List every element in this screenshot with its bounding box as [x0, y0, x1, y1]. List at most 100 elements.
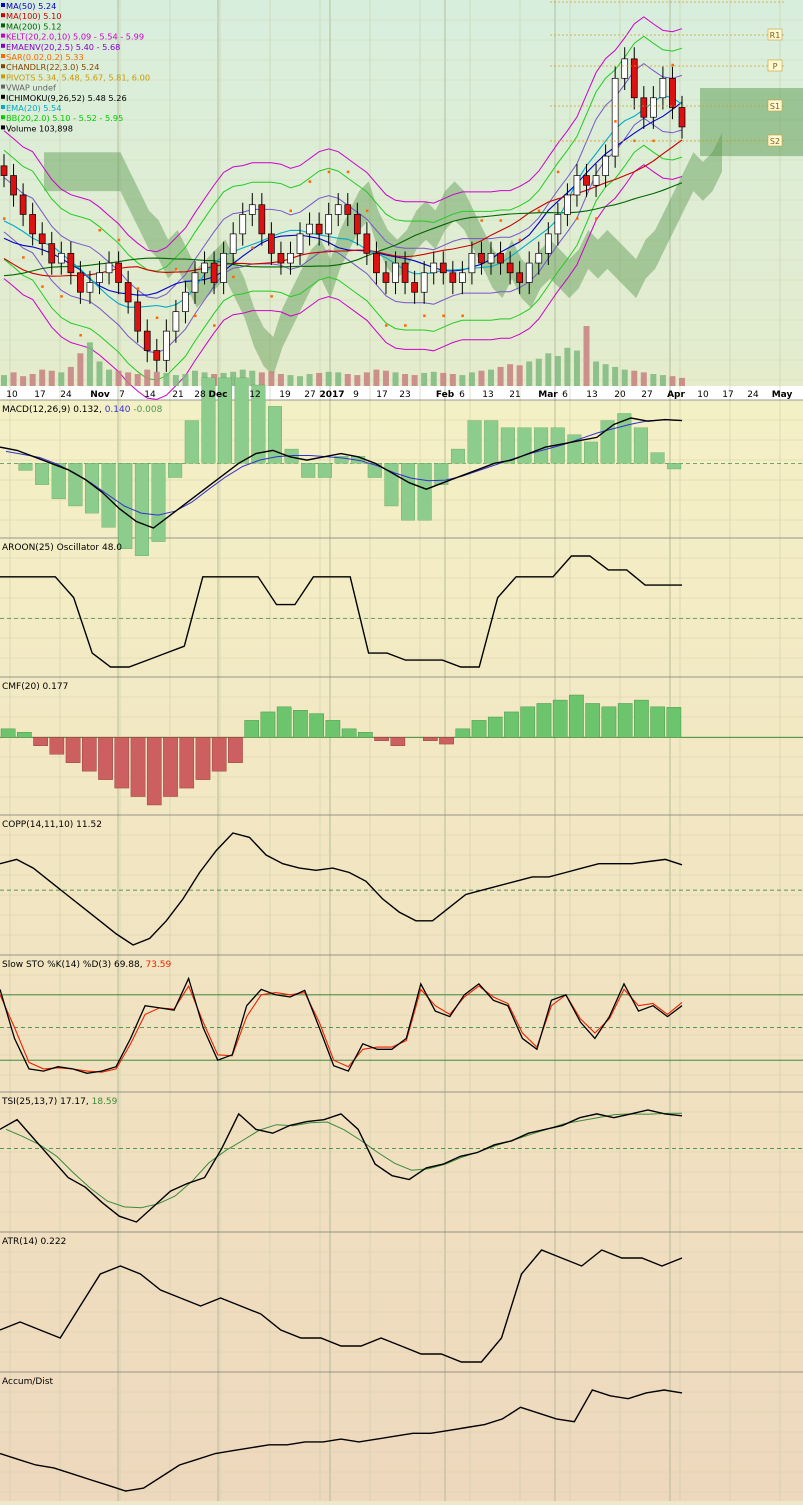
volume-bar — [449, 374, 456, 386]
volume-bar — [535, 358, 542, 386]
candle-body — [506, 262, 514, 274]
cmf-bar — [33, 737, 48, 746]
sar-dot — [365, 209, 369, 213]
x-axis-label: 24 — [747, 390, 759, 400]
volume-bar — [593, 361, 600, 386]
candle-body — [592, 175, 600, 186]
volume-bar — [564, 347, 571, 386]
volume-bar — [554, 356, 561, 386]
legend-entry: EMAENV(20,2.5) 5.40 - 5.68 — [6, 42, 120, 52]
legend-swatch — [1, 74, 5, 79]
sar-dot — [174, 267, 178, 271]
candle-body — [564, 194, 571, 215]
macd-histogram-bar — [500, 427, 515, 464]
volume-bar — [287, 375, 294, 386]
cmf-bar — [666, 707, 682, 738]
candle-body — [96, 272, 103, 283]
candle-body — [248, 204, 256, 215]
legend-entry: ICHIMOKU(9,26,52) 5.48 5.26 — [6, 93, 127, 103]
candle-body — [544, 233, 552, 254]
legend-entry: PIVOTS 5.34, 5.48, 5.67, 5.81, 6.00 — [6, 72, 150, 82]
candle-body — [678, 107, 686, 128]
candle-body — [277, 252, 285, 264]
volume-bar — [621, 369, 628, 386]
sar-dot — [404, 324, 407, 327]
volume-bar — [526, 361, 533, 386]
cmf-bar — [195, 737, 211, 780]
cmf-bar — [585, 703, 601, 738]
candle-body — [38, 233, 46, 244]
sar-dot — [232, 275, 235, 279]
sar-dot — [480, 219, 483, 222]
volume-bar — [373, 369, 380, 386]
cmf-bar — [260, 711, 276, 738]
volume-bar — [77, 353, 84, 386]
volume-bar — [659, 375, 666, 386]
x-axis-label: 13 — [586, 390, 597, 400]
volume-bar — [134, 374, 141, 386]
candle-body — [124, 282, 132, 303]
candle-body — [0, 165, 8, 176]
candle-body — [630, 58, 638, 99]
macd-histogram-bar — [401, 463, 416, 521]
candle-body — [583, 175, 590, 186]
candle-body — [650, 97, 657, 118]
cmf-bar — [179, 737, 195, 789]
candle-body — [478, 252, 485, 264]
indicator-label: ATR(14) 0.222 — [2, 1237, 66, 1247]
candle-body — [10, 175, 17, 196]
macd-histogram-bar — [317, 463, 332, 478]
volume-bar — [297, 376, 304, 386]
sar-dot — [60, 295, 63, 298]
macd-histogram-bar — [301, 463, 316, 478]
x-axis-label: 10 — [697, 390, 709, 400]
macd-label: MACD(12,26,9) 0.132, 0.140 -0.008 — [2, 405, 163, 415]
volume-bar — [612, 366, 619, 386]
candle-body — [220, 252, 227, 283]
volume-bar — [29, 374, 36, 386]
volume-bar — [182, 374, 189, 386]
macd-histogram-bar — [234, 377, 249, 464]
legend-swatch — [1, 3, 5, 7]
volume-bar — [268, 371, 275, 386]
cmf-bar — [81, 737, 97, 772]
candle-body — [373, 252, 380, 274]
macd-histogram-bar — [417, 463, 432, 521]
x-axis-label: 21 — [172, 390, 183, 400]
cmf-bar — [293, 710, 308, 738]
sar-dot — [442, 314, 445, 318]
x-axis-label: May — [772, 390, 793, 400]
candle-body — [268, 233, 275, 254]
x-axis-label: 27 — [304, 390, 315, 400]
sar-dot — [155, 316, 159, 319]
candle-body — [411, 282, 418, 293]
legend-swatch — [1, 84, 5, 89]
cmf-bar — [487, 716, 503, 738]
candle-body — [334, 204, 342, 215]
candle-body — [48, 243, 56, 264]
cmf-bar — [114, 737, 130, 789]
candle-body — [19, 194, 27, 215]
legend-swatch — [1, 54, 5, 58]
volume-bar — [20, 376, 27, 386]
macd-histogram-bar — [18, 463, 33, 471]
candle-body — [344, 204, 352, 215]
x-axis-label: 12 — [249, 390, 260, 400]
sar-dot — [270, 295, 273, 298]
volume-bar — [48, 370, 55, 386]
candle-body — [621, 58, 629, 79]
volume-bar — [277, 374, 284, 386]
cmf-bar — [325, 720, 341, 738]
x-axis-label: Nov — [90, 390, 110, 400]
candle-body — [525, 262, 533, 283]
cmf-bar — [130, 737, 146, 797]
candle-body — [497, 252, 504, 264]
candle-body — [67, 252, 75, 274]
legend-swatch — [1, 105, 5, 109]
candle-body — [353, 214, 361, 235]
volume-bar — [640, 372, 647, 386]
legend-entry: EMA(20) 5.54 — [6, 103, 61, 113]
cmf-bar — [276, 706, 292, 738]
pivot-label-r1: R1 — [767, 28, 783, 41]
candle-body — [611, 77, 619, 157]
